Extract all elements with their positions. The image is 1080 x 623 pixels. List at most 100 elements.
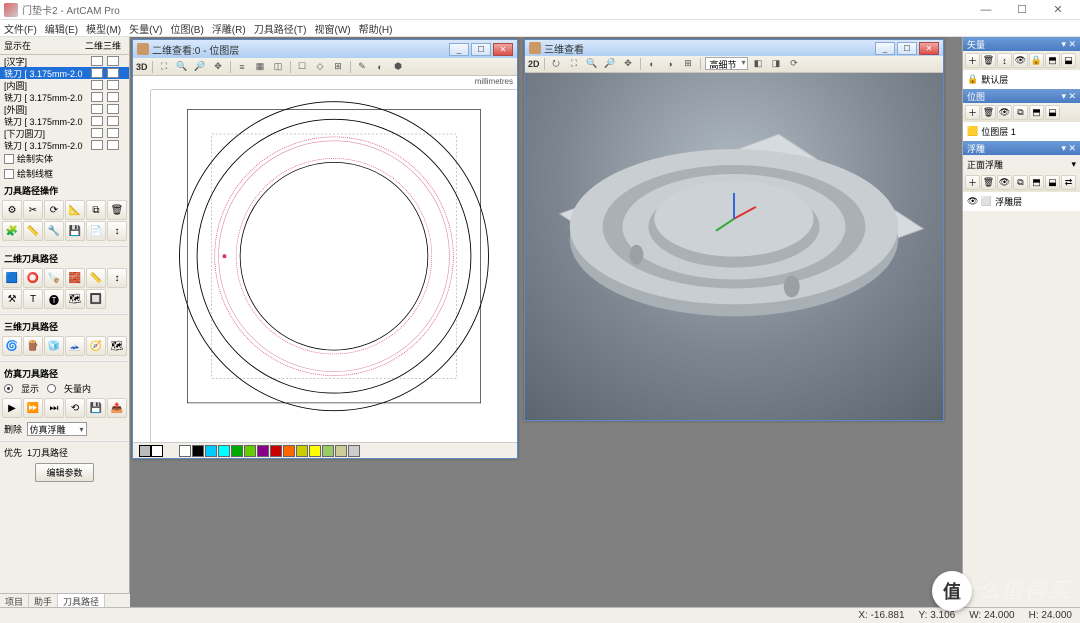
layer-tool-icon[interactable]: 🗑 [981,105,996,120]
tp2d-icon[interactable]: 🟦 [2,268,22,288]
layer-tool-icon[interactable]: ＋ [965,105,980,120]
menu-window[interactable]: 视窗(W) [314,21,350,36]
tool-icon[interactable]: ☐ [295,60,310,74]
viewport-3d[interactable] [525,73,943,420]
tool-icon[interactable]: ≡ [235,60,250,74]
panel-bitmaps-title[interactable]: 位图▾ ✕ [963,89,1080,103]
window-close-button[interactable]: ✕ [1040,1,1076,19]
zoom-fit-icon[interactable]: ⛶ [157,60,172,74]
bg-color-swatch[interactable] [151,445,163,457]
sim-icon[interactable]: 📤 [107,398,127,418]
checkbox[interactable] [91,116,103,126]
tp3d-icon[interactable]: 🧊 [44,336,64,356]
tp3d-icon[interactable]: 🗺 [107,336,127,356]
layer-tool-icon[interactable]: 🗑 [981,53,996,68]
checkbox[interactable] [91,128,103,138]
layer-tool-icon[interactable]: ＋ [965,53,980,68]
bitmap-layer-row[interactable]: 🟨 位图层 1 [967,125,1076,138]
tool-icon[interactable]: ⬢ [391,60,406,74]
tool-icon[interactable]: ⟳ [787,57,802,71]
palette-swatch[interactable] [348,445,360,457]
tool-icon[interactable]: ◨ [769,57,784,71]
palette-swatch[interactable] [309,445,321,457]
menu-model[interactable]: 模型(M) [86,21,121,36]
checkbox[interactable] [107,68,119,78]
tool-icon[interactable]: ✎ [355,60,370,74]
panel-vectors-title[interactable]: 矢量▾ ✕ [963,37,1080,51]
view-icon[interactable]: ◐ [645,57,660,71]
op-icon[interactable]: 🔧 [44,221,64,241]
layer-tool-icon[interactable]: 👁 [1013,53,1028,68]
layer-tool-icon[interactable]: ⬓ [1061,53,1076,68]
checkbox[interactable] [91,104,103,114]
tp2d-icon[interactable]: 🪚 [44,268,64,288]
layer-tool-icon[interactable]: ⬓ [1045,105,1060,120]
checkbox[interactable] [91,92,103,102]
tool-icon[interactable]: ⊞ [331,60,346,74]
palette-swatch[interactable] [205,445,217,457]
tab-toolpaths[interactable]: 刀具路径 [58,594,105,607]
tp3d-icon[interactable]: 🧭 [86,336,106,356]
menu-relief[interactable]: 浮雕(R) [212,21,246,36]
toolpath-list[interactable]: [汉字] 铣刀 [ 3.175mm-2.0mm ] [内圆] 铣刀 [ 3.17… [0,55,129,151]
menu-help[interactable]: 帮助(H) [359,21,393,36]
tp2d-icon[interactable]: 🅣 [44,289,64,309]
op-icon[interactable]: 💾 [65,221,85,241]
op-icon[interactable]: 📏 [23,221,43,241]
layer-tool-icon[interactable]: ⬒ [1045,53,1060,68]
layer-tool-icon[interactable]: ⬒ [1029,175,1044,190]
window-maximize-button[interactable]: ☐ [1004,1,1040,19]
menu-bitmap[interactable]: 位图(B) [170,21,203,36]
op-icon[interactable]: 🗑 [107,200,127,220]
layer-tool-icon[interactable]: ＋ [965,175,980,190]
detail-dropdown[interactable]: 高细节 [705,57,748,70]
checkbox[interactable] [91,68,103,78]
pan-icon[interactable]: ✥ [211,60,226,74]
pan-icon[interactable]: ✥ [621,57,636,71]
panel-reliefs-title[interactable]: 浮雕▾ ✕ [963,141,1080,155]
tp2d-icon[interactable]: ⚒ [2,289,22,309]
draw-solid-checkbox[interactable]: 绘制实体 [0,151,129,166]
tool-icon[interactable]: ◫ [271,60,286,74]
zoom-out-icon[interactable]: 🔎 [193,60,208,74]
mode-2d-toggle[interactable]: 2D [528,59,540,69]
op-icon[interactable]: 📐 [65,200,85,220]
tp2d-icon[interactable]: 🧱 [65,268,85,288]
fg-color-swatch[interactable] [139,445,151,457]
edit-params-button[interactable]: 编辑参数 [35,463,93,482]
palette-swatch[interactable] [218,445,230,457]
window-2d-titlebar[interactable]: 二维查看:0 - 位图层 _ ☐ ✕ [133,40,517,58]
viewport-2d[interactable]: millimetres [133,76,517,442]
relief-front-row[interactable]: 正面浮雕▾ [963,155,1080,173]
tool-icon[interactable]: ◧ [751,57,766,71]
tool-icon[interactable]: ◐ [373,60,388,74]
tab-assistant[interactable]: 助手 [29,594,58,607]
palette-swatch[interactable] [179,445,191,457]
op-icon[interactable]: ⟳ [44,200,64,220]
view-icon[interactable]: ⊞ [681,57,696,71]
window-3d-titlebar[interactable]: 三维查看 _ ☐ ✕ [525,40,943,56]
palette-swatch[interactable] [296,445,308,457]
layer-tool-icon[interactable]: ⬓ [1045,175,1060,190]
window-max-button[interactable]: ☐ [897,42,917,55]
panel-close-icon[interactable]: ▾ ✕ [1061,39,1076,50]
tab-project[interactable]: 项目 [0,594,29,607]
radio-show[interactable] [4,384,13,393]
window-3d-view[interactable]: 三维查看 _ ☐ ✕ 2D ⭮ ⛶ 🔍 🔎 ✥ ◐ ◑ ⊞ 高细节 ◧ [524,39,944,421]
mode-3d-toggle[interactable]: 3D [136,62,148,72]
canvas-2d[interactable] [151,90,517,442]
checkbox[interactable] [107,116,119,126]
checkbox[interactable] [107,80,119,90]
checkbox[interactable] [91,80,103,90]
layer-tool-icon[interactable]: 🗑 [981,175,996,190]
sim-icon[interactable]: ▶ [2,398,22,418]
window-min-button[interactable]: _ [449,43,469,56]
layer-tool-icon[interactable]: 👁 [997,175,1012,190]
view-icon[interactable]: ◑ [663,57,678,71]
tp2d-icon[interactable]: ↕ [107,268,127,288]
checkbox[interactable] [91,56,103,66]
sim-icon[interactable]: ⟲ [65,398,85,418]
palette-swatch[interactable] [270,445,282,457]
window-min-button[interactable]: _ [875,42,895,55]
layer-tool-icon[interactable]: ⇄ [1061,175,1076,190]
